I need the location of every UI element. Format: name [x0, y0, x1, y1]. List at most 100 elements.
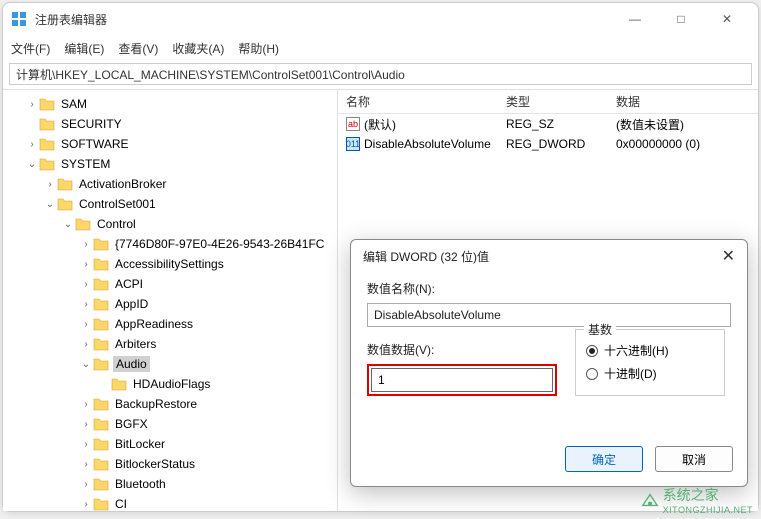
caret-icon[interactable]: › — [43, 179, 57, 190]
caret-icon[interactable]: › — [79, 479, 93, 490]
menu-edit[interactable]: 编辑(E) — [64, 40, 104, 57]
tree-item[interactable]: ⌄ SYSTEM — [3, 154, 337, 174]
ok-button[interactable]: 确定 — [565, 446, 643, 472]
tree-item[interactable]: › BackupRestore — [3, 394, 337, 414]
address-text: 计算机\HKEY_LOCAL_MACHINE\SYSTEM\ControlSet… — [16, 66, 405, 83]
dialog-titlebar[interactable]: 编辑 DWORD (32 位)值 ✕ — [351, 240, 747, 272]
tree-item[interactable]: ›ACPI — [3, 274, 337, 294]
caret-icon[interactable]: › — [79, 259, 93, 270]
folder-icon — [93, 297, 109, 311]
tree-item[interactable]: ›ActivationBroker — [3, 174, 337, 194]
header-type[interactable]: 类型 — [498, 93, 608, 110]
caret-icon[interactable]: › — [79, 499, 93, 510]
caret-icon[interactable]: › — [79, 439, 93, 450]
folder-icon — [39, 137, 55, 151]
watermark-url: XITONGZHIJIA.NET — [663, 505, 753, 515]
tree-item[interactable]: ›BitlockerStatus — [3, 454, 337, 474]
value-name-field[interactable]: DisableAbsoluteVolume — [367, 303, 731, 327]
caret-icon[interactable]: ⌄ — [61, 219, 75, 230]
tree-item[interactable]: ⌄ Audio — [3, 354, 337, 374]
caret-icon[interactable]: › — [79, 459, 93, 470]
tree-item[interactable]: ·SECURITY — [3, 114, 337, 134]
cancel-button[interactable]: 取消 — [655, 446, 733, 472]
close-button[interactable]: ✕ — [704, 3, 750, 35]
address-bar[interactable]: 计算机\HKEY_LOCAL_MACHINE\SYSTEM\ControlSet… — [9, 63, 752, 85]
value-data-highlight — [367, 364, 557, 396]
dialog-title: 编辑 DWORD (32 位)值 — [363, 248, 722, 265]
tree-item[interactable]: › Bluetooth — [3, 474, 337, 494]
tree-item[interactable]: › AccessibilitySettings — [3, 254, 337, 274]
tree-item-label: BackupRestore — [113, 396, 199, 412]
folder-icon — [93, 417, 109, 431]
tree-item[interactable]: ›AppReadiness — [3, 314, 337, 334]
tree-item[interactable]: ·HDAudioFlags — [3, 374, 337, 394]
menu-favorites[interactable]: 收藏夹(A) — [172, 40, 224, 57]
tree-item-label: Audio — [113, 356, 150, 372]
caret-icon[interactable]: › — [79, 319, 93, 330]
tree-item-label: {7746D80F-97E0-4E26-9543-26B41FC — [113, 236, 326, 252]
value-data: 0x00000000 (0) — [608, 137, 758, 151]
tree-item[interactable]: ›CI — [3, 494, 337, 511]
caret-icon[interactable]: › — [79, 419, 93, 430]
tree-item-label: Control — [95, 216, 138, 232]
folder-icon — [111, 377, 127, 391]
caret-icon[interactable]: › — [79, 279, 93, 290]
caret-icon[interactable]: › — [79, 339, 93, 350]
caret-icon[interactable]: › — [79, 239, 93, 250]
folder-icon — [93, 277, 109, 291]
list-header: 名称 类型 数据 — [338, 90, 758, 114]
menubar: 文件(F) 编辑(E) 查看(V) 收藏夹(A) 帮助(H) — [3, 35, 758, 61]
tree-item-label: SOFTWARE — [59, 136, 131, 152]
tree-item-label: AccessibilitySettings — [113, 256, 226, 272]
header-data[interactable]: 数据 — [608, 93, 758, 110]
string-value-icon: ab — [346, 117, 360, 131]
caret-icon[interactable]: ⌄ — [79, 359, 93, 370]
caret-icon[interactable]: › — [25, 139, 39, 150]
radix-group: 基数 十六进制(H) 十进制(D) — [575, 329, 725, 396]
list-row[interactable]: ab(默认)REG_SZ(数值未设置) — [338, 114, 758, 134]
caret-icon[interactable]: › — [79, 399, 93, 410]
radio-icon — [586, 345, 598, 357]
folder-icon — [93, 457, 109, 471]
tree-item[interactable]: ⌄ Control — [3, 214, 337, 234]
caret-icon[interactable]: ⌄ — [43, 199, 57, 210]
menu-view[interactable]: 查看(V) — [118, 40, 158, 57]
radix-legend: 基数 — [584, 321, 616, 338]
tree-item[interactable]: ›Arbiters — [3, 334, 337, 354]
folder-icon — [57, 197, 73, 211]
tree-item[interactable]: › {7746D80F-97E0-4E26-9543-26B41FC — [3, 234, 337, 254]
caret-icon[interactable]: › — [79, 299, 93, 310]
list-row[interactable]: 011DisableAbsoluteVolumeREG_DWORD0x00000… — [338, 134, 758, 154]
folder-icon — [93, 357, 109, 371]
menu-help[interactable]: 帮助(H) — [238, 40, 279, 57]
maximize-button[interactable]: □ — [658, 3, 704, 35]
tree-item[interactable]: ›BGFX — [3, 414, 337, 434]
tree-item[interactable]: ›SAM — [3, 94, 337, 114]
minimize-button[interactable]: — — [612, 3, 658, 35]
caret-icon[interactable]: › — [25, 99, 39, 110]
tree-view[interactable]: ›SAM·SECURITY › SOFTWARE ⌄ SYSTEM ›Activation… — [3, 90, 338, 511]
folder-icon — [39, 97, 55, 111]
radix-hex-label: 十六进制(H) — [604, 342, 669, 359]
watermark-text: 系统之家 — [663, 485, 753, 505]
menu-file[interactable]: 文件(F) — [11, 40, 50, 57]
caret-icon[interactable]: ⌄ — [25, 159, 39, 170]
tree-item-label: Bluetooth — [113, 476, 168, 492]
tree-item[interactable]: ›AppID — [3, 294, 337, 314]
folder-icon — [93, 497, 109, 511]
tree-item-label: SYSTEM — [59, 156, 112, 172]
header-name[interactable]: 名称 — [338, 93, 498, 110]
radix-dec-option[interactable]: 十进制(D) — [586, 365, 714, 382]
radio-icon — [586, 368, 598, 380]
titlebar[interactable]: 注册表编辑器 — □ ✕ — [3, 3, 758, 35]
radix-hex-option[interactable]: 十六进制(H) — [586, 342, 714, 359]
folder-icon — [39, 157, 55, 171]
tree-item[interactable]: ›BitLocker — [3, 434, 337, 454]
dialog-close-icon[interactable]: ✕ — [722, 246, 735, 266]
folder-icon — [93, 317, 109, 331]
tree-item[interactable]: ⌄ControlSet001 — [3, 194, 337, 214]
value-data-input[interactable] — [371, 368, 553, 392]
watermark: 系统之家 XITONGZHIJIA.NET — [641, 485, 753, 515]
tree-item[interactable]: › SOFTWARE — [3, 134, 337, 154]
folder-icon — [75, 217, 91, 231]
